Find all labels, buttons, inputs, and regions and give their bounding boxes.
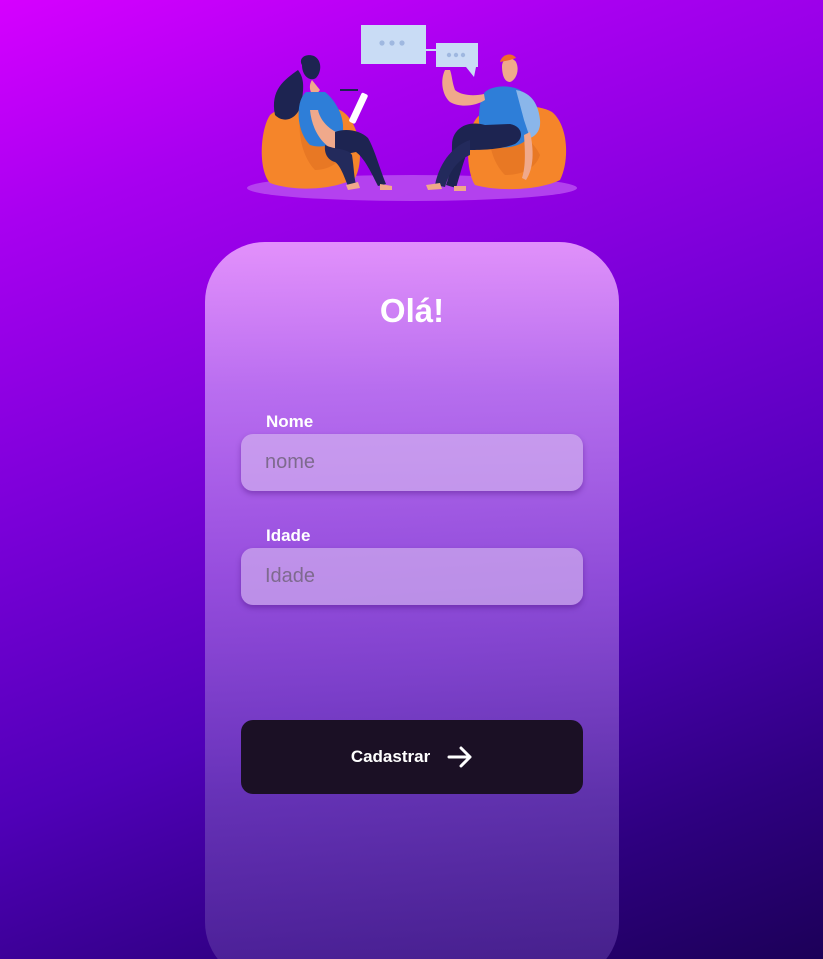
card-title: Olá! <box>379 292 445 329</box>
age-input[interactable] <box>241 548 583 605</box>
name-label: Nome <box>266 412 314 431</box>
age-label: Idade <box>266 526 311 545</box>
people-chatting-illustration <box>247 25 577 201</box>
arrow-right-icon <box>447 746 472 768</box>
name-input[interactable] <box>241 434 583 491</box>
speech-bubble-icon <box>361 25 478 77</box>
cadastrar-button[interactable]: Cadastrar <box>241 720 583 794</box>
signup-card: Olá! Nome Idade Cadastrar <box>205 242 619 959</box>
cadastrar-button-label: Cadastrar <box>350 747 431 766</box>
